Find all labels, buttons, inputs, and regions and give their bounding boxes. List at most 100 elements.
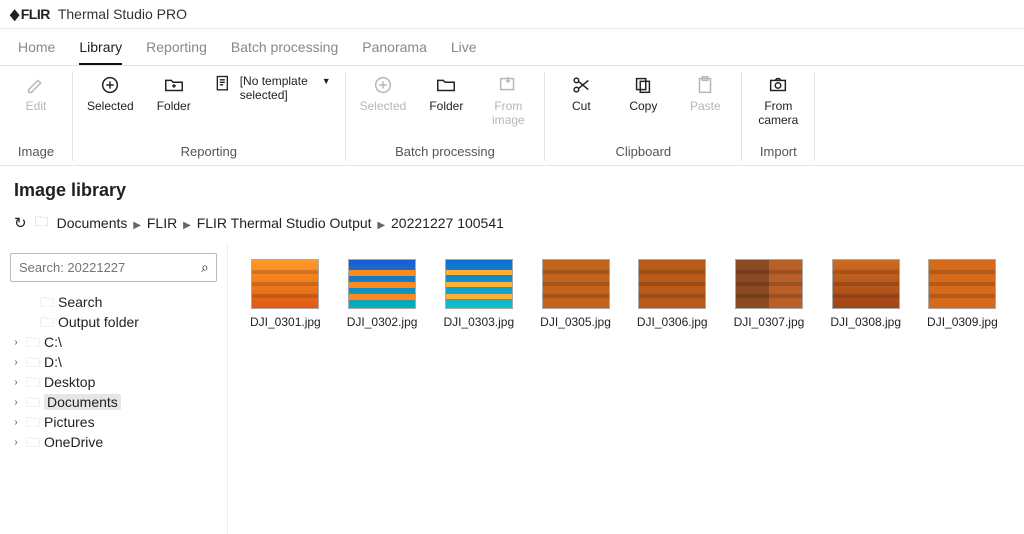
ribbon-group-label: Reporting: [85, 138, 333, 161]
tab-library[interactable]: Library: [79, 39, 122, 65]
tab-batch-processing[interactable]: Batch processing: [231, 39, 338, 65]
thumbnail[interactable]: DJI_0309.jpg: [927, 259, 998, 329]
tree-item-label: Search: [58, 294, 102, 310]
from-camera-button[interactable]: From camera: [756, 74, 800, 128]
thumbnail[interactable]: DJI_0305.jpg: [540, 259, 611, 329]
batch-from-image-button: From image: [486, 74, 530, 128]
folder-tree: 🗀Search🗀Output folder›🗀C:\›🗀D:\›🗀Desktop…: [10, 292, 217, 452]
clipboard-icon: [692, 74, 718, 96]
template-label: [No template selected]: [240, 74, 318, 103]
folder-icon: 🗀: [26, 375, 40, 389]
tab-reporting[interactable]: Reporting: [146, 39, 207, 65]
thumbnail-image: [445, 259, 513, 309]
thumbnail-filename: DJI_0307.jpg: [734, 315, 805, 329]
tree-item[interactable]: › 🗀 C:\: [10, 332, 217, 352]
paste-button: Paste: [683, 74, 727, 114]
folder-icon: 🗀: [26, 435, 40, 449]
ribbon-group-image: Edit Image: [0, 72, 73, 161]
expand-chevron-icon[interactable]: ›: [10, 377, 22, 388]
ribbon-group-label: Clipboard: [557, 138, 729, 161]
tree-item-label: Pictures: [44, 414, 95, 430]
search-icon[interactable]: ⌕: [201, 259, 209, 276]
tree-item[interactable]: 🗀 Output folder: [10, 312, 217, 332]
image-arrow-icon: [495, 74, 521, 96]
thumbnail-filename: DJI_0308.jpg: [830, 315, 901, 329]
ribbon-group-import: From camera Import: [742, 72, 815, 161]
breadcrumb-segment[interactable]: FLIR Thermal Studio Output: [197, 215, 372, 231]
folder-icon: 🗀: [40, 315, 54, 329]
thumbnail-filename: DJI_0301.jpg: [250, 315, 321, 329]
tree-item-label: Desktop: [44, 374, 95, 390]
folder-icon: 🗀: [35, 211, 49, 235]
folder-icon: 🗀: [26, 415, 40, 429]
refresh-icon[interactable]: ↻: [14, 214, 27, 232]
report-selected-button[interactable]: Selected: [87, 74, 134, 114]
thumbnail-pane: DJI_0301.jpg DJI_0302.jpg DJI_0303.jpg DJI_…: [228, 243, 1024, 534]
thumbnail[interactable]: DJI_0308.jpg: [830, 259, 901, 329]
brand-text: FLIR: [21, 6, 50, 22]
tree-item-label: C:\: [44, 334, 62, 350]
camera-icon: [765, 74, 791, 96]
thumbnail-image: [638, 259, 706, 309]
thumbnail-image: [928, 259, 996, 309]
thumbnail-image: [251, 259, 319, 309]
report-folder-button[interactable]: Folder: [152, 74, 196, 114]
expand-chevron-icon[interactable]: ›: [10, 357, 22, 368]
folder-icon: 🗀: [26, 335, 40, 349]
tree-item[interactable]: ›🗀Documents: [10, 392, 217, 412]
chevron-right-icon: ▶: [375, 220, 387, 231]
plus-circle-icon: [97, 74, 123, 96]
breadcrumb-segment[interactable]: Documents: [57, 215, 128, 231]
tree-item[interactable]: › 🗀 Desktop: [10, 372, 217, 392]
thumbnail[interactable]: DJI_0303.jpg: [443, 259, 514, 329]
tree-item-label: D:\: [44, 354, 62, 370]
chevron-right-icon: ▶: [181, 220, 193, 231]
tree-item[interactable]: 🗀Search: [10, 292, 217, 312]
logo-glyph-icon: ◆: [10, 6, 19, 23]
tree-item[interactable]: ›🗀D:\: [10, 352, 217, 372]
chevron-right-icon: ▶: [131, 220, 143, 231]
tab-live[interactable]: Live: [451, 39, 477, 65]
thumbnail-image: [348, 259, 416, 309]
expand-chevron-icon[interactable]: ›: [10, 417, 22, 428]
thumbnail-filename: DJI_0305.jpg: [540, 315, 611, 329]
thumbnail-image: [832, 259, 900, 309]
tree-item-label: OneDrive: [44, 434, 103, 450]
ribbon-group-batch: Selected Folder From image Batch process…: [346, 72, 546, 161]
tree-item-label: Output folder: [58, 314, 139, 330]
thumbnail-grid: DJI_0301.jpg DJI_0302.jpg DJI_0303.jpg DJI_…: [250, 259, 1014, 329]
breadcrumb-segment[interactable]: 20221227 100541: [391, 215, 504, 231]
thumbnail[interactable]: DJI_0302.jpg: [347, 259, 418, 329]
batch-selected-button: Selected: [360, 74, 407, 114]
folder-icon: 🗀: [26, 395, 40, 409]
expand-chevron-icon[interactable]: ›: [10, 337, 22, 348]
pencil-icon: [23, 74, 49, 96]
expand-chevron-icon[interactable]: ›: [10, 397, 22, 408]
ribbon-group-clipboard: Cut Copy Paste Clipboard: [545, 72, 742, 161]
edit-button: Edit: [14, 74, 58, 114]
copy-button[interactable]: Copy: [621, 74, 665, 114]
plus-circle-icon: [370, 74, 396, 96]
thumbnail[interactable]: DJI_0301.jpg: [250, 259, 321, 329]
cut-button[interactable]: Cut: [559, 74, 603, 114]
tree-item[interactable]: › 🗀 Pictures: [10, 412, 217, 432]
template-icon: [214, 74, 236, 96]
ribbon-group-label: Import: [754, 138, 802, 161]
thumbnail[interactable]: DJI_0306.jpg: [637, 259, 708, 329]
thumbnail[interactable]: DJI_0307.jpg: [734, 259, 805, 329]
tree-item[interactable]: › 🗀 OneDrive: [10, 432, 217, 452]
breadcrumb-segment[interactable]: FLIR: [147, 215, 177, 231]
tab-home[interactable]: Home: [18, 39, 55, 65]
batch-folder-button[interactable]: Folder: [424, 74, 468, 114]
search-box[interactable]: ⌕: [10, 253, 217, 282]
thumbnail-image: [542, 259, 610, 309]
title-bar: ◆ FLIR Thermal Studio PRO: [0, 0, 1024, 29]
template-dropdown[interactable]: [No template selected] ▼: [214, 74, 331, 103]
page-title: Image library: [0, 166, 1024, 207]
breadcrumb: ↻ 🗀 Documents ▶ FLIR ▶ FLIR Thermal Stud…: [0, 207, 1024, 243]
expand-chevron-icon[interactable]: ›: [10, 437, 22, 448]
tab-panorama[interactable]: Panorama: [362, 39, 427, 65]
chevron-down-icon: ▼: [322, 74, 331, 86]
search-input[interactable]: [19, 260, 195, 275]
copy-icon: [630, 74, 656, 96]
